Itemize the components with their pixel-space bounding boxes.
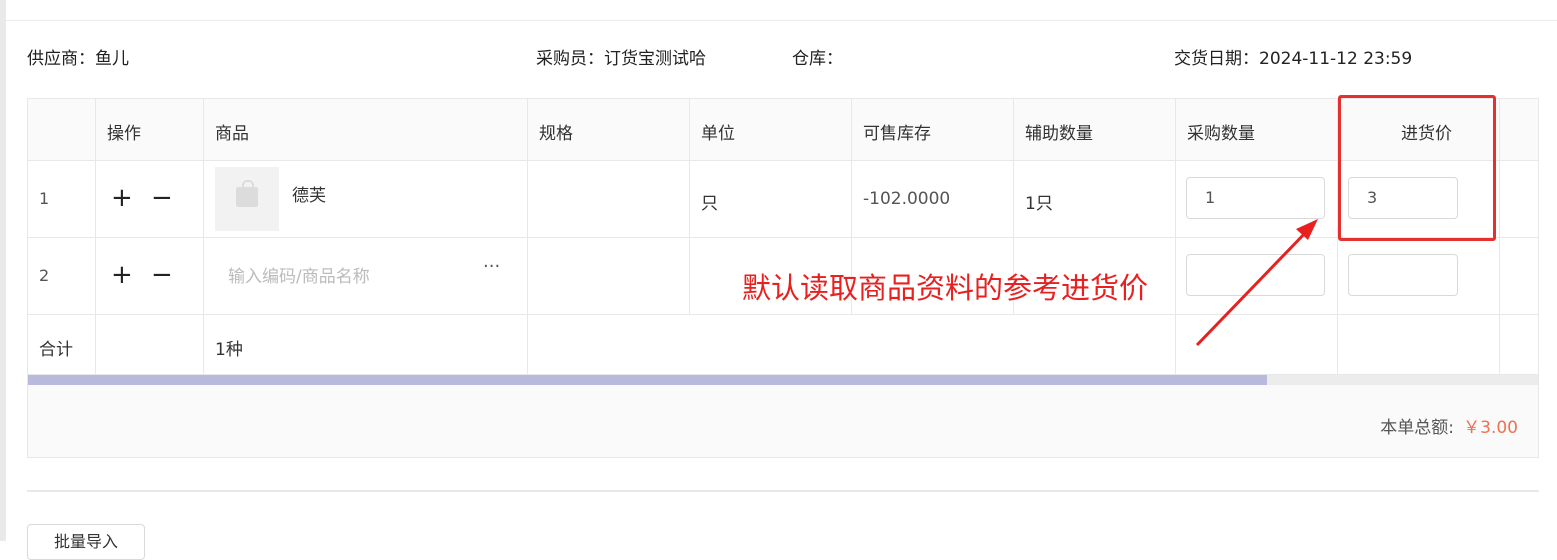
batch-import-button[interactable]: 批量导入 bbox=[27, 524, 145, 560]
annotation-arrow-icon bbox=[1195, 219, 1318, 347]
section-divider bbox=[27, 490, 1539, 492]
